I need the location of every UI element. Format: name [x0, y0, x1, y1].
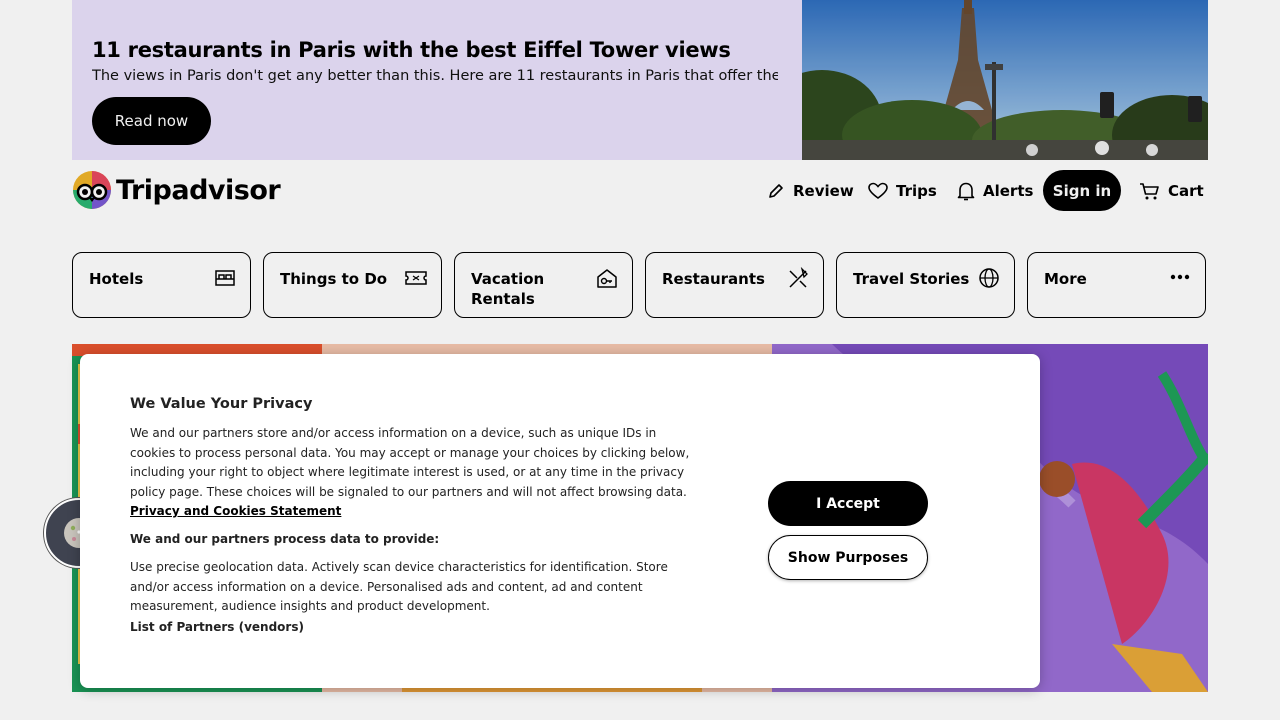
dialog-body: We and our partners store and/or access … — [130, 424, 700, 522]
dialog-title: We Value Your Privacy — [130, 396, 313, 412]
privacy-consent-dialog: We Value Your Privacy We and our partner… — [80, 354, 1040, 688]
accept-button[interactable]: I Accept — [768, 481, 928, 526]
privacy-policy-link[interactable]: Privacy and Cookies Statement — [130, 504, 341, 518]
show-purposes-button[interactable]: Show Purposes — [768, 535, 928, 580]
partners-link[interactable]: List of Partners (vendors) — [130, 620, 304, 634]
purposes-text: Use precise geolocation data. Actively s… — [130, 560, 668, 613]
purposes-heading: We and our partners process data to prov… — [130, 532, 440, 546]
dialog-body-text: We and our partners store and/or access … — [130, 426, 690, 499]
